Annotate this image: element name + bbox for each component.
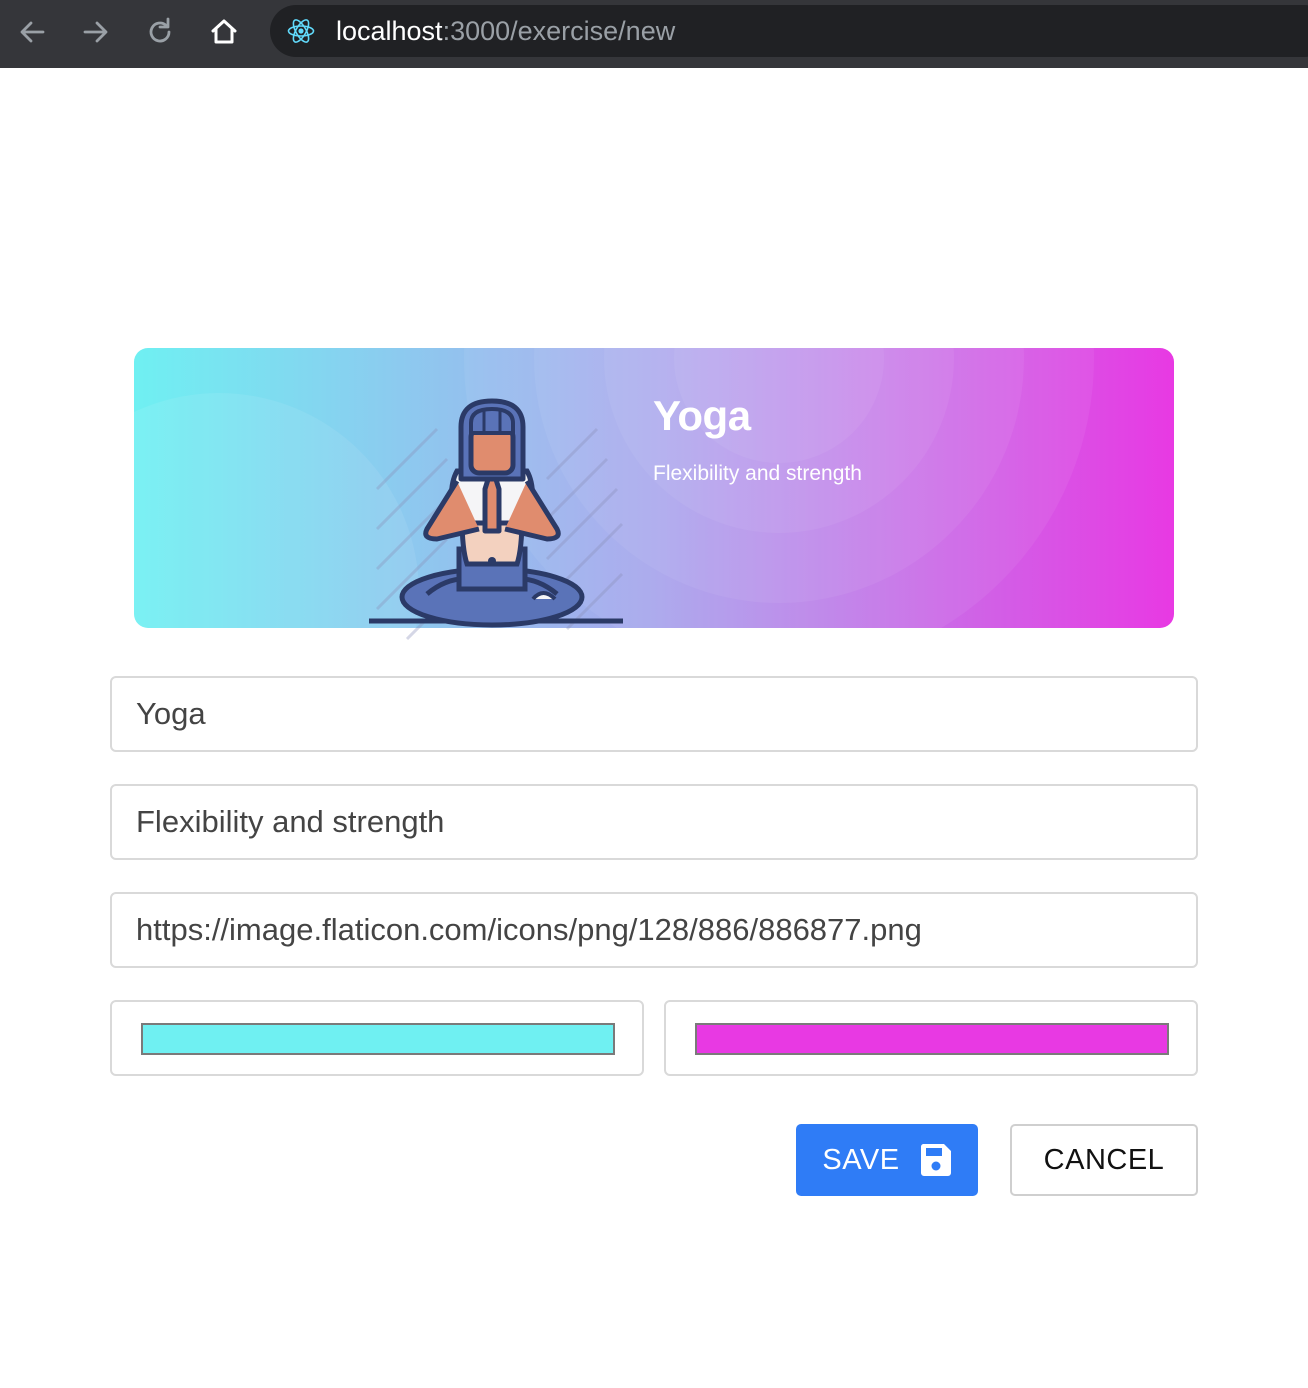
banner-description: Flexibility and strength <box>653 462 862 485</box>
url-path: :3000/exercise/new <box>442 16 676 46</box>
browser-toolbar: localhost:3000/exercise/new <box>0 0 1308 68</box>
url-host: localhost <box>336 16 443 46</box>
cancel-button[interactable]: CANCEL <box>1010 1124 1198 1196</box>
react-atom-icon <box>287 19 315 43</box>
home-icon[interactable] <box>204 12 244 52</box>
description-input[interactable] <box>112 786 1196 858</box>
image-url-field[interactable] <box>110 892 1198 968</box>
forward-arrow-icon[interactable] <box>76 12 116 52</box>
floppy-disk-icon <box>920 1144 951 1176</box>
description-field[interactable] <box>110 784 1198 860</box>
save-button-label: SAVE <box>822 1143 900 1176</box>
address-bar[interactable]: localhost:3000/exercise/new <box>270 5 1308 57</box>
image-url-input[interactable] <box>112 894 1196 966</box>
left-color-field[interactable] <box>110 1000 644 1076</box>
cancel-button-label: CANCEL <box>1043 1143 1165 1176</box>
title-input[interactable] <box>112 678 1196 750</box>
back-arrow-icon[interactable] <box>12 12 52 52</box>
left-color-picker[interactable] <box>141 1023 615 1055</box>
reload-icon[interactable] <box>140 12 180 52</box>
right-color-field[interactable] <box>664 1000 1198 1076</box>
yoga-meditation-icon <box>369 398 624 641</box>
right-color-picker[interactable] <box>695 1023 1169 1055</box>
url-text[interactable]: localhost:3000/exercise/new <box>336 15 675 47</box>
title-field[interactable] <box>110 676 1198 752</box>
banner-title: Yoga <box>653 392 751 439</box>
save-button[interactable]: SAVE <box>796 1124 978 1196</box>
